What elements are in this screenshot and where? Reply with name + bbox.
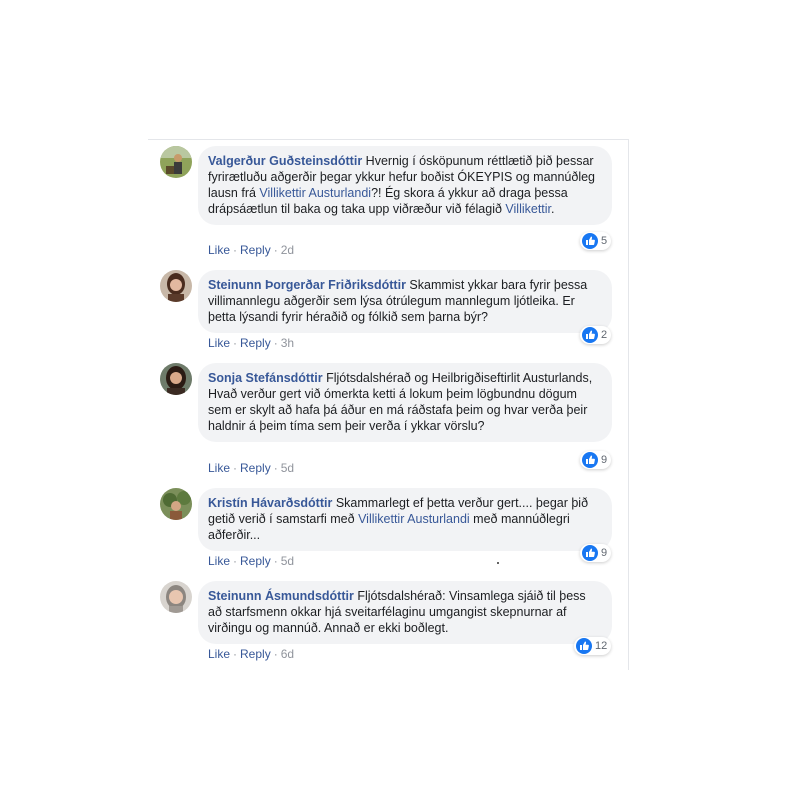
comment-author[interactable]: Steinunn Ásmundsdóttir [208,589,354,603]
comment-actions: Like · Reply · 2d [208,243,295,257]
reaction-count-badge[interactable]: 2 [580,326,612,344]
comment-text: Fljótsdalshérað og Heilbrigðiseftirlit A… [326,371,593,385]
like-icon [582,545,598,561]
like-icon [582,327,598,343]
reaction-count: 12 [595,640,608,652]
avatar[interactable] [160,270,192,302]
comment-actions: Like · Reply · 5d [208,554,295,568]
avatar[interactable] [160,488,192,520]
like-button[interactable]: Like [208,461,230,475]
comment-bubble: Sonja Stefánsdóttir Fljótsdalshérað og H… [198,363,612,442]
comment-timestamp[interactable]: 5d [281,461,294,475]
reaction-count-badge[interactable]: 9 [580,544,612,562]
comment-text: . [551,202,555,216]
comment-timestamp[interactable]: 6d [281,647,294,661]
avatar[interactable] [160,363,192,395]
reply-button[interactable]: Reply [240,554,271,568]
comment-timestamp[interactable]: 5d [281,554,294,568]
like-button[interactable]: Like [208,243,230,257]
avatar[interactable] [160,581,192,613]
comment-bubble: Steinunn Þorgerðar Friðriksdóttir Skammi… [198,270,612,333]
comment-author[interactable]: Steinunn Þorgerðar Friðriksdóttir [208,278,406,292]
avatar[interactable] [160,146,192,178]
like-button[interactable]: Like [208,336,230,350]
page-tag-link[interactable]: Villikettir Austurlandi [358,512,470,526]
reply-button[interactable]: Reply [240,336,271,350]
stray-dot [497,562,499,564]
like-icon [582,452,598,468]
comment-bubble: Valgerður Guðsteinsdóttir Hvernig í óskö… [198,146,612,225]
reply-button[interactable]: Reply [240,647,271,661]
reaction-count-badge[interactable]: 9 [580,451,612,469]
reply-button[interactable]: Reply [240,243,271,257]
like-icon [576,638,592,654]
comment-actions: Like · Reply · 5d [208,461,295,475]
comment-timestamp[interactable]: 3h [281,336,294,350]
comment-actions: Like · Reply · 3h [208,336,295,350]
page-tag-link[interactable]: Villikettir [505,202,551,216]
reply-button[interactable]: Reply [240,461,271,475]
reaction-count-badge[interactable]: 5 [580,232,612,250]
like-icon [582,233,598,249]
comment-bubble: Steinunn Ásmundsdóttir Fljótsdalshérað: … [198,581,612,644]
like-button[interactable]: Like [208,554,230,568]
page-tag-link[interactable]: Villikettir Austurlandi [259,186,371,200]
comment-actions: Like · Reply · 6d [208,647,295,661]
like-button[interactable]: Like [208,647,230,661]
comment-author[interactable]: Kristín Hávarðsdóttir [208,496,332,510]
reaction-count: 2 [601,329,608,341]
reaction-count-badge[interactable]: 12 [574,637,612,655]
comment-text: Hvað verður gert við ómerkta ketti á lok… [208,387,588,433]
reaction-count: 5 [601,235,608,247]
comment-author[interactable]: Sonja Stefánsdóttir [208,371,323,385]
reaction-count: 9 [601,454,608,466]
comment-author[interactable]: Valgerður Guðsteinsdóttir [208,154,362,168]
comment-bubble: Kristín Hávarðsdóttir Skammarlegt ef þet… [198,488,612,551]
comment-timestamp[interactable]: 2d [281,243,294,257]
reaction-count: 9 [601,547,608,559]
